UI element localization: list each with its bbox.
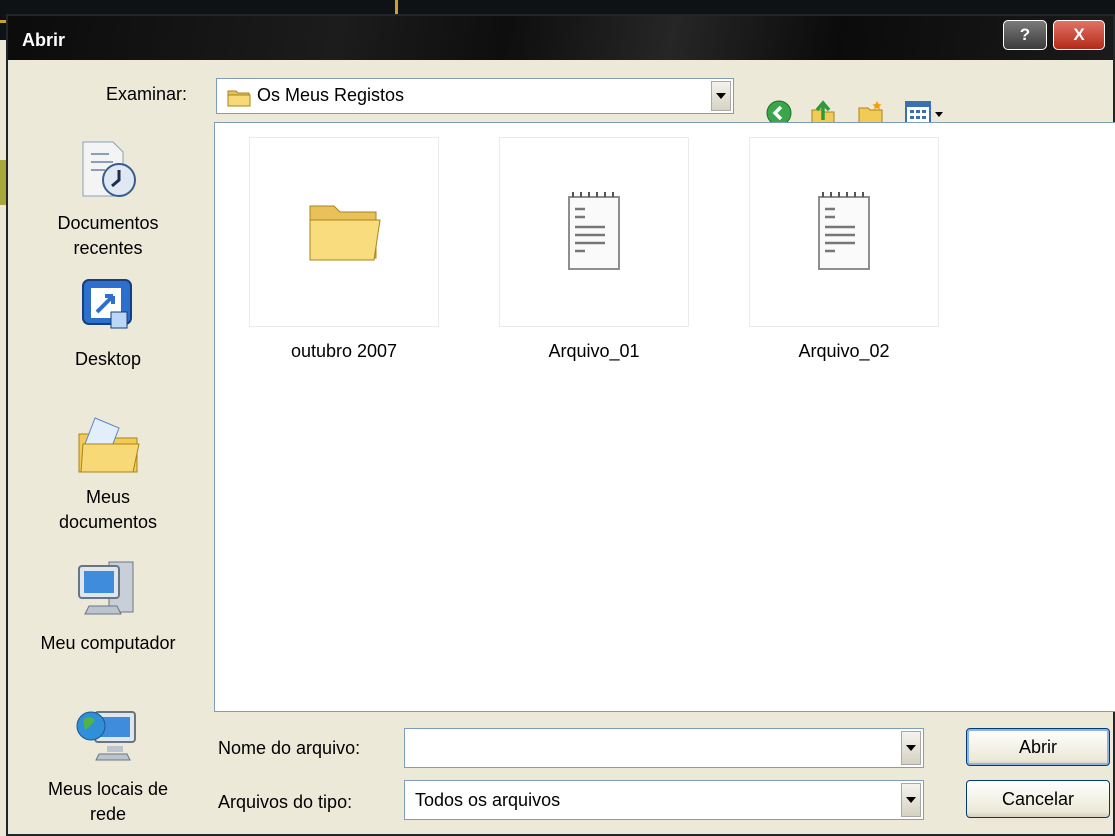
help-button[interactable]: ? xyxy=(1003,20,1047,50)
desktop-icon xyxy=(82,279,132,329)
file-item-arquivo-02[interactable]: Arquivo_02 xyxy=(749,137,939,362)
place-desktop-label: Desktop xyxy=(74,349,142,369)
look-in-value: Os Meus Registos xyxy=(257,85,405,105)
look-in-dropdown-arrow[interactable] xyxy=(711,81,731,111)
text-document-icon xyxy=(818,192,870,270)
look-in-label: Examinar: xyxy=(106,84,188,104)
place-my-computer-label: Meu computador xyxy=(40,633,176,653)
file-name: outubro 2007 xyxy=(290,341,398,361)
place-network[interactable]: Meus locais de rede xyxy=(8,702,208,827)
file-type-select[interactable]: Todos os arquivos xyxy=(404,780,924,820)
file-type-label: Arquivos do tipo: xyxy=(218,792,353,812)
folder-icon xyxy=(227,90,251,107)
place-recent-documents-label-1: Documentos xyxy=(57,213,159,233)
file-thumbnail xyxy=(499,137,689,327)
file-name: Arquivo_01 xyxy=(548,341,640,361)
my-documents-icon xyxy=(78,417,140,473)
text-document-icon xyxy=(568,192,620,270)
file-name: Arquivo_02 xyxy=(798,341,890,361)
file-name-label: Nome do arquivo: xyxy=(218,738,361,758)
file-thumbnail xyxy=(749,137,939,327)
place-my-documents-label-2: documentos xyxy=(58,512,158,532)
file-type-value: Todos os arquivos xyxy=(415,790,561,810)
place-recent-documents[interactable]: Documentos recentes xyxy=(8,136,208,261)
open-button[interactable]: Abrir xyxy=(966,728,1110,766)
file-type-dropdown-arrow[interactable] xyxy=(901,783,921,817)
file-item-arquivo-01[interactable]: Arquivo_01 xyxy=(499,137,689,362)
place-desktop[interactable]: Desktop xyxy=(8,272,208,372)
places-bar: Documentos recentes Desktop Meus documen… xyxy=(8,126,208,836)
my-computer-icon xyxy=(78,561,134,615)
file-thumbnail xyxy=(249,137,439,327)
file-item-folder[interactable]: outubro 2007 xyxy=(249,137,439,362)
place-my-computer[interactable]: Meu computador xyxy=(8,556,208,656)
open-file-dialog: Abrir ? X Examinar: Os Meus Registos Doc… xyxy=(6,14,1115,836)
place-my-documents-label-1: Meus xyxy=(85,487,130,507)
cancel-button[interactable]: Cancelar xyxy=(966,780,1110,818)
file-name-dropdown-arrow[interactable] xyxy=(901,731,921,765)
place-network-label-2: rede xyxy=(89,804,127,824)
close-button[interactable]: X xyxy=(1053,20,1105,50)
place-network-label-1: Meus locais de xyxy=(47,779,169,799)
title-bar[interactable]: Abrir ? X xyxy=(8,16,1113,60)
dialog-title: Abrir xyxy=(22,30,66,50)
place-my-documents[interactable]: Meus documentos xyxy=(8,410,208,535)
network-places-icon xyxy=(76,711,136,761)
folder-icon xyxy=(309,205,381,261)
file-list-view[interactable]: outubro 2007 Arquivo_01 Arquivo_02 xyxy=(214,122,1115,712)
recent-documents-icon xyxy=(82,141,136,197)
look-in-combobox[interactable]: Os Meus Registos xyxy=(216,78,734,114)
file-name-input[interactable] xyxy=(404,728,924,768)
place-recent-documents-label-2: recentes xyxy=(73,238,143,258)
